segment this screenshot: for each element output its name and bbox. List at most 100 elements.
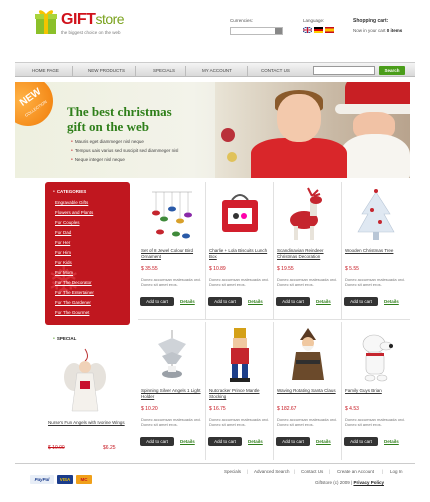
product-name[interactable]: Charlie + Lola Biscuits Lunch Box [209,248,271,260]
product-name[interactable]: Spinning Silver Angels 1 Light Holder [141,388,203,400]
category-link[interactable]: For Couples [55,220,80,225]
category-link[interactable]: For Him [55,250,71,255]
product-description: Donec accumsan malesuada orci. Donec sit… [345,417,406,427]
nutcracker-image[interactable] [216,326,264,386]
add-to-cart-button[interactable]: Add to cart [276,297,310,306]
footer-link-contact-us[interactable]: Contact Us [301,469,323,474]
banner-heading: The best christmas [67,104,172,119]
details-link[interactable]: Details [384,439,399,444]
details-link[interactable]: Details [180,439,195,444]
details-link[interactable]: Details [384,299,399,304]
add-to-cart-button[interactable]: Add to cart [276,437,310,446]
product-price: $ 4.53 [345,406,359,412]
footer-link-log-in[interactable]: Log In [390,469,403,474]
santa-claus-image[interactable] [284,326,332,386]
nav-home[interactable]: Home page [32,68,59,73]
category-link[interactable]: Engravable Gifts [55,200,88,205]
category-link[interactable]: For The Gardener [55,300,91,305]
product-name[interactable]: Wooden Christmas Tree [345,248,407,254]
nav-new-products[interactable]: New products [88,68,125,73]
product-name[interactable]: Nutcracker Prince Mantle Stocking [209,388,271,400]
nav-my-account[interactable]: My account [202,68,232,73]
footer-separator: | [247,469,249,474]
product-card: Set of 8 Jewel Colour Bird Ornament $ 35… [138,182,206,320]
category-link[interactable]: For Dad [55,230,71,235]
add-to-cart-button[interactable]: Add to cart [208,437,242,446]
nav-divider [135,66,136,76]
product-description: Donec accumsan malesuada orci. Donec sit… [209,277,270,287]
spanish-flag-icon[interactable] [325,27,334,33]
chevron-down-icon [275,28,282,34]
hero-banner[interactable]: NEW COLLECTION The best christmas gift o… [15,82,410,178]
category-link[interactable]: For The Gourmet [55,310,89,315]
product-name[interactable]: Scandinavian Reindeer Christmas Decorati… [277,248,339,260]
product-name[interactable]: Set of 8 Jewel Colour Bird Ornament [141,248,203,260]
privacy-policy-link[interactable]: Privacy Policy [353,480,384,485]
category-link[interactable]: For The Decorator [55,280,92,285]
bird-ornaments-image[interactable] [148,186,196,246]
boy-face [277,94,321,142]
currency-select[interactable] [230,27,283,35]
details-link[interactable]: Details [316,439,331,444]
brian-dog-image[interactable] [352,326,400,386]
footer-link-advanced-search[interactable]: Advanced Search [254,469,290,474]
product-card: Family Guys Brian $ 4.53 Donec accumsan … [342,322,410,460]
product-card: Spinning Silver Angels 1 Light Holder $ … [138,322,206,460]
product-price: $ 16.75 [209,406,226,412]
angel-ornament-image[interactable] [60,347,110,417]
footer-separator: | [382,469,384,474]
special-box: Special Nurse's Fun Angels with Ivorine … [45,333,130,458]
footer-link-create-account[interactable]: Create an Account [337,469,374,474]
add-to-cart-button[interactable]: Add to cart [344,437,378,446]
details-link[interactable]: Details [248,299,263,304]
details-link[interactable]: Details [316,299,331,304]
currencies-label: Currencies: [230,18,254,23]
search-button[interactable]: Search [379,66,405,75]
footer-separator: | [294,469,296,474]
nav-specials[interactable]: Specials [153,68,175,73]
shopping-cart-title[interactable]: Shopping cart: [353,18,388,24]
add-to-cart-button[interactable]: Add to cart [208,297,242,306]
special-old-price: $ 10.00 [48,445,65,451]
category-link[interactable]: For The Entertainer [55,290,94,295]
product-description: Donec accumsan malesuada orci. Donec sit… [141,277,202,287]
nav-divider [185,66,186,76]
product-grid: Set of 8 Jewel Colour Bird Ornament $ 35… [138,182,410,460]
category-link[interactable]: For Kids [55,260,72,265]
product-description: Donec accumsan malesuada orci. Donec sit… [141,417,202,427]
details-link[interactable]: Details [180,299,195,304]
wooden-tree-image[interactable] [352,186,400,246]
silver-angels-image[interactable] [148,326,196,386]
add-to-cart-button[interactable]: Add to cart [140,437,174,446]
special-product-name[interactable]: Nurse's Fun Angels with Ivorine Wings [48,420,128,426]
banner-bullet: Mauris eget diammeger nisl neque [71,139,144,144]
category-link[interactable]: For Her [55,240,70,245]
lunch-box-image[interactable] [216,186,264,246]
product-name[interactable]: Waving Rotating Santa Claus [277,388,339,394]
category-link[interactable]: For Mom [55,270,73,275]
product-price: $ 5.55 [345,266,359,272]
footer-link-specials[interactable]: Specials [224,469,241,474]
categories-box: ❄ Categories Engravable Gifts Flowers an… [45,182,130,325]
footer-separator: | [329,469,331,474]
category-link[interactable]: Flowers and Plants [55,210,93,215]
german-flag-icon[interactable] [314,27,323,33]
paypal-logo: PayPal [30,475,54,484]
add-to-cart-button[interactable]: Add to cart [140,297,174,306]
product-name[interactable]: Family Guys Brian [345,388,407,394]
santa-beard [340,134,410,178]
categories-title: Categories [53,189,86,194]
product-description: Donec accumsan malesuada orci. Donec sit… [277,417,338,427]
product-price: $ 10.20 [141,406,158,412]
nav-contact-us[interactable]: Contact us [261,68,290,73]
footer-divider [15,463,415,464]
reindeer-image[interactable] [284,186,332,246]
add-to-cart-button[interactable]: Add to cart [344,297,378,306]
ornament-ball [221,128,235,142]
search-input[interactable] [313,66,375,75]
site-logo[interactable]: GIFTstore the biggest choice on the web [35,6,145,40]
uk-flag-icon[interactable] [303,27,312,33]
product-card: Scandinavian Reindeer Christmas Decorati… [274,182,342,320]
details-link[interactable]: Details [248,439,263,444]
visa-logo: VISA [57,475,73,484]
